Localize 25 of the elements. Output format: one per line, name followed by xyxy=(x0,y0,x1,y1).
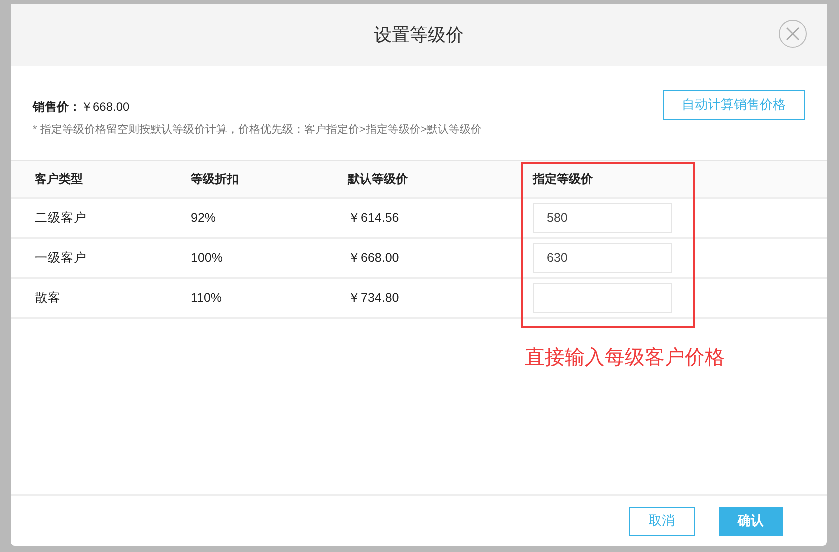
cancel-button[interactable]: 取消 xyxy=(629,506,695,536)
note-text: * 指定等级价格留空则按默认等级价计算，价格优先级：客户指定价>指定等级价>默认等级价 xyxy=(33,122,482,138)
column-header: 指定等级价 xyxy=(533,172,593,186)
column-header: 默认等级价 xyxy=(348,172,408,186)
auto-calculate-button[interactable]: 自动计算销售价格 xyxy=(663,90,805,120)
table-cell: ￥668.00 xyxy=(348,250,400,265)
sale-price-label: 销售价： xyxy=(33,99,81,116)
table-cell: ￥614.56 xyxy=(348,210,400,225)
dialog-title: 设置等级价 xyxy=(374,24,464,46)
table-cell: 散客 xyxy=(35,290,61,305)
column-header: 客户类型 xyxy=(35,172,83,186)
table-cell: ￥734.80 xyxy=(348,290,400,305)
table-cell: 92% xyxy=(191,210,216,225)
table-cell: 二级客户 xyxy=(35,210,87,225)
table-cell: 一级客户 xyxy=(35,250,87,265)
price-input[interactable]: 580 xyxy=(533,203,672,233)
price-input[interactable]: 630 xyxy=(533,243,672,273)
sale-price-value: ￥668.00 xyxy=(81,99,130,116)
table-cell: 100% xyxy=(191,250,223,265)
table-cell: 110% xyxy=(191,290,222,305)
annotation-text: 直接输入每级客户价格 xyxy=(525,346,725,371)
price-input[interactable] xyxy=(533,283,672,313)
confirm-button[interactable]: 确认 xyxy=(719,506,783,536)
close-icon[interactable] xyxy=(779,20,807,48)
column-header: 等级折扣 xyxy=(191,172,239,186)
